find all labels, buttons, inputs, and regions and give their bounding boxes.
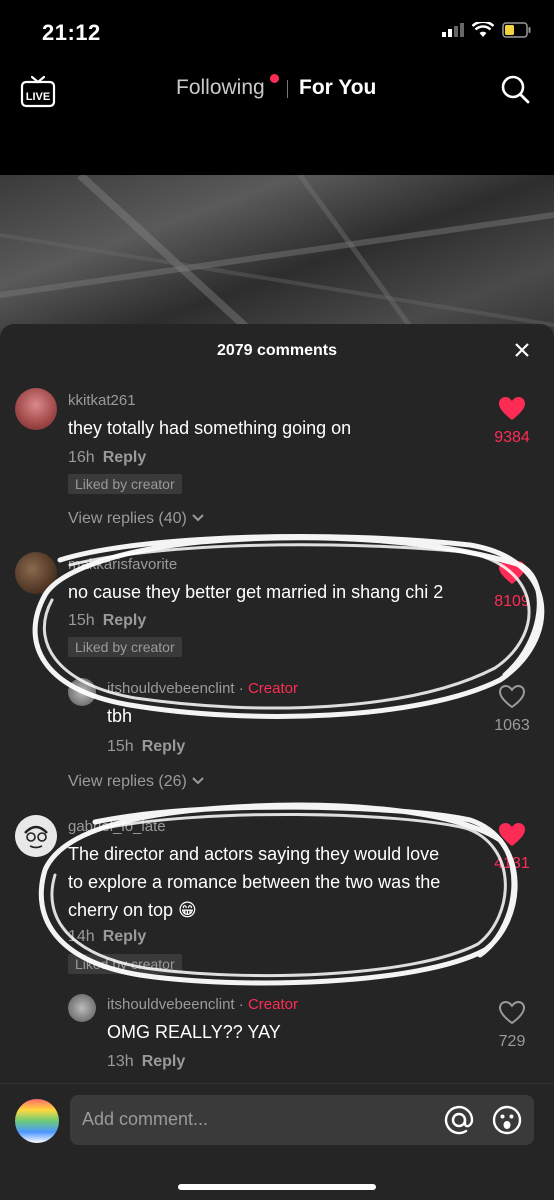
top-nav: LIVE Following For You	[0, 66, 554, 114]
comment-meta: 14h Reply	[68, 928, 146, 946]
view-replies-label: View replies (40)	[68, 510, 187, 527]
reply-text: OMG REALLY?? YAY	[107, 1022, 281, 1042]
reply-username-text: itshouldvebeenclint	[107, 996, 235, 1013]
avatar[interactable]	[15, 815, 57, 857]
liked-by-creator-badge: Liked by creator	[68, 474, 182, 494]
reply-username-text: itshouldvebeenclint	[107, 680, 235, 697]
comment-text-line: The director and actors saying they woul…	[68, 844, 440, 864]
status-time: 21:12	[42, 20, 101, 45]
tab-divider	[287, 80, 288, 98]
comment-time: 16h	[68, 449, 95, 466]
creator-badge: Creator	[247, 680, 298, 697]
avatar[interactable]	[15, 388, 57, 430]
like-count: 8109	[494, 593, 530, 610]
wifi-icon	[472, 22, 494, 37]
home-indicator	[178, 1184, 376, 1190]
like-count: 1063	[494, 717, 530, 734]
view-replies-label: View replies (26)	[68, 773, 187, 790]
creator-badge: Creator	[247, 996, 298, 1013]
reply-text: tbh	[107, 706, 133, 726]
view-replies-link[interactable]: View replies (26)	[68, 773, 205, 791]
like-button[interactable]: 8109	[482, 560, 542, 611]
comment-username[interactable]: gabriel_lo_late	[68, 818, 166, 835]
reply-meta: 13h Reply	[107, 1053, 185, 1071]
current-user-avatar[interactable]	[15, 1099, 59, 1143]
reply-username[interactable]: itshouldvebeenclint · Creator	[107, 680, 298, 697]
tab-following[interactable]: Following	[176, 76, 265, 100]
video-texture	[0, 175, 554, 340]
liked-by-creator-badge: Liked by creator	[68, 637, 182, 657]
view-replies-link[interactable]: View replies (40)	[68, 510, 205, 528]
reply-button[interactable]: Reply	[142, 738, 186, 755]
chevron-down-icon	[192, 514, 205, 522]
comment-input[interactable]: Add comment...	[70, 1095, 534, 1145]
heart-outline-icon	[498, 1000, 526, 1025]
comment-text: no cause they better get married in shan…	[68, 582, 444, 602]
battery-icon	[502, 22, 531, 38]
like-button[interactable]: 1063	[482, 684, 542, 735]
comments-sheet: 2079 comments kkitkat261 they totally ha…	[0, 324, 554, 1200]
reply-button[interactable]: Reply	[142, 1053, 186, 1070]
like-count: 729	[498, 1033, 526, 1050]
liked-by-creator-badge: Liked by creator	[68, 954, 182, 974]
heart-filled-icon	[499, 823, 525, 846]
status-bar: 21:12	[0, 0, 554, 60]
avatar[interactable]	[68, 994, 96, 1022]
comment-text-line: to explore a romance between the two was…	[68, 872, 441, 892]
like-count: 4131	[494, 855, 530, 872]
signal-icon	[442, 23, 464, 37]
comment-text-line: cherry on top 😁	[68, 900, 197, 920]
close-icon[interactable]	[514, 342, 530, 358]
like-button[interactable]: 729	[482, 1000, 542, 1051]
notification-dot	[270, 74, 279, 83]
comment-input-bar: Add comment...	[0, 1083, 554, 1200]
reply-username[interactable]: itshouldvebeenclint · Creator	[107, 996, 298, 1013]
reply-time: 15h	[107, 738, 134, 755]
heart-filled-icon	[499, 397, 525, 420]
reply-button[interactable]: Reply	[103, 449, 147, 466]
reply-button[interactable]: Reply	[103, 928, 147, 945]
chevron-down-icon	[192, 777, 205, 785]
tab-for-you[interactable]: For You	[299, 76, 376, 100]
mention-icon[interactable]	[444, 1105, 474, 1135]
like-count: 9384	[494, 429, 530, 446]
reply-time: 13h	[107, 1053, 134, 1070]
reply-button[interactable]: Reply	[103, 612, 147, 629]
like-button[interactable]: 4131	[482, 822, 542, 873]
comment-input-placeholder: Add comment...	[82, 1109, 209, 1129]
comment-time: 15h	[68, 612, 95, 629]
search-icon[interactable]	[500, 74, 530, 104]
like-button[interactable]: 9384	[482, 396, 542, 447]
comment-username[interactable]: kkitkat261	[68, 392, 136, 409]
comment-meta: 16h Reply	[68, 449, 146, 467]
comment-meta: 15h Reply	[68, 612, 146, 630]
reply-meta: 15h Reply	[107, 738, 185, 756]
avatar-face-icon	[15, 815, 57, 857]
live-icon[interactable]: LIVE	[20, 72, 56, 108]
heart-outline-icon	[498, 684, 526, 709]
svg-text:LIVE: LIVE	[26, 91, 50, 103]
emoji-icon[interactable]	[492, 1105, 522, 1135]
heart-filled-icon	[499, 561, 525, 584]
status-icons	[442, 22, 532, 38]
comment-time: 14h	[68, 928, 95, 945]
comments-count-title: 2079 comments	[216, 342, 338, 359]
comment-text: they totally had something going on	[68, 418, 352, 438]
comment-username[interactable]: makkarisfavorite	[68, 556, 177, 573]
avatar[interactable]	[15, 552, 57, 594]
avatar[interactable]	[68, 678, 96, 706]
video-background[interactable]	[0, 175, 554, 340]
